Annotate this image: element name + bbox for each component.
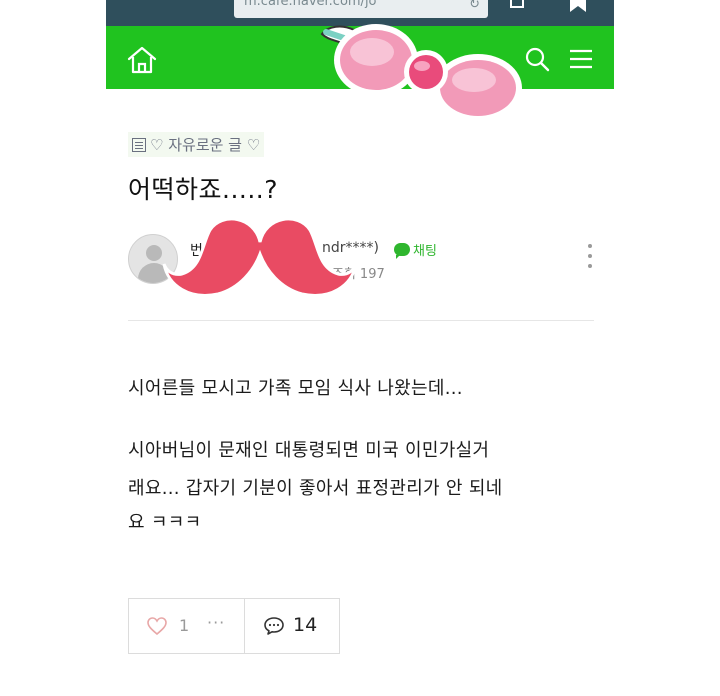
like-count: 1: [179, 616, 190, 635]
divider: [128, 320, 594, 321]
views-number: 197: [359, 267, 385, 282]
bookmark-icon[interactable]: [570, 0, 586, 12]
chat-button[interactable]: 채팅: [394, 240, 437, 259]
comment-button[interactable]: 14: [245, 599, 339, 653]
mustache-sticker: [162, 217, 358, 297]
comment-icon: [264, 617, 284, 635]
post-body-line: 시어른들 모시고 가족 모임 식사 나왔는데...: [128, 378, 463, 399]
menu-icon[interactable]: [568, 47, 594, 71]
tabs-icon[interactable]: [510, 0, 524, 8]
category-tag[interactable]: ♡ 자유로운 글 ♡: [128, 132, 265, 157]
search-icon[interactable]: [524, 46, 550, 72]
post-body-line: 시아버님이 문재인 대통령되면 미국 이민가실거: [128, 440, 490, 461]
post-actions: 1 ··· 14: [128, 598, 340, 654]
avatar-head: [146, 245, 162, 261]
post-body-line: 래요... 갑자기 기분이 좋아서 표정관리가 안 되네: [128, 478, 503, 499]
post-body-line: 요 ㅋㅋㅋ: [128, 512, 202, 533]
list-icon: [132, 137, 146, 152]
chat-icon: [394, 243, 410, 259]
more-dots-icon[interactable]: ···: [207, 613, 225, 632]
home-icon[interactable]: [126, 45, 158, 75]
chat-label: 채팅: [413, 244, 437, 259]
comment-count: 14: [293, 614, 318, 636]
like-button[interactable]: 1 ···: [129, 599, 245, 653]
more-vertical-icon[interactable]: [587, 244, 593, 274]
category-label: ♡ 자유로운 글 ♡: [150, 136, 261, 154]
bow-sticker: [320, 24, 522, 122]
phone-screen: m.cafe.naver.com/jo ↻ 맘: [106, 0, 614, 696]
post-title: 어떡하죠.....?: [128, 175, 279, 204]
heart-icon: [147, 617, 167, 635]
